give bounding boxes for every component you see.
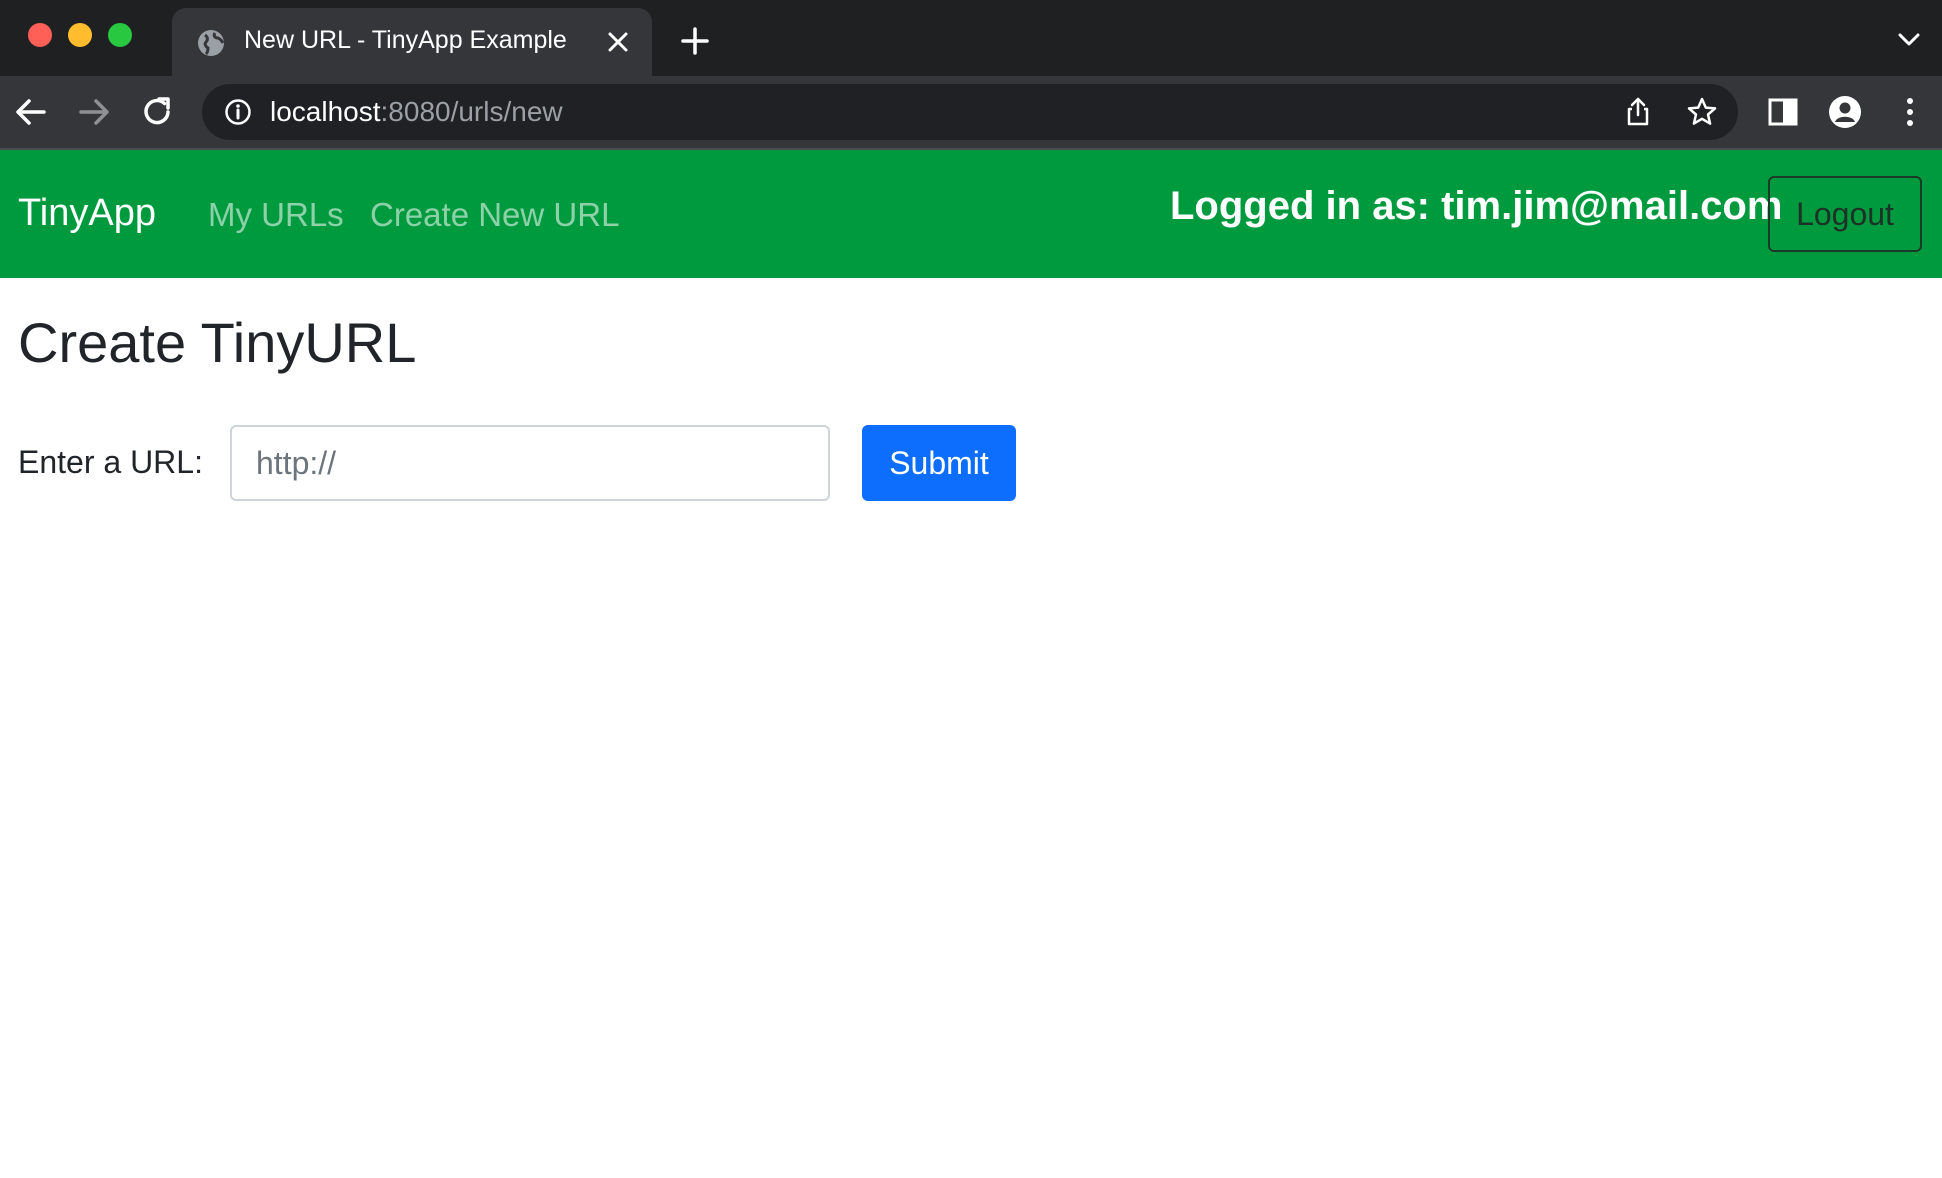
close-icon[interactable] [606,30,630,54]
star-icon[interactable] [1686,96,1718,128]
chevron-down-icon[interactable] [1896,30,1922,50]
window-minimize-button[interactable] [68,23,92,47]
nav-link-create-new-url[interactable]: Create New URL [370,196,619,234]
submit-button[interactable]: Submit [862,425,1016,501]
logged-in-status: Logged in as: tim.jim@mail.com [1170,184,1783,228]
address-bar[interactable]: localhost:8080/urls/new [202,84,1738,140]
brand-link[interactable]: TinyApp [18,192,156,235]
window-close-button[interactable] [28,23,52,47]
url-input[interactable] [230,425,830,501]
profile-icon[interactable] [1828,95,1862,129]
share-icon[interactable] [1622,96,1654,128]
url-field-label: Enter a URL: [18,444,203,480]
forward-arrow-icon[interactable] [77,95,111,129]
back-arrow-icon[interactable] [14,95,48,129]
browser-toolbar: localhost:8080/urls/new [0,76,1942,148]
nav-link-my-urls[interactable]: My URLs [208,196,344,234]
url-text: localhost:8080/urls/new [270,96,563,128]
side-panel-icon[interactable] [1766,95,1800,129]
tab-title: New URL - TinyApp Example [244,26,567,54]
logout-button[interactable]: Logout [1768,176,1922,252]
url-host: localhost [270,96,381,127]
globe-icon [198,30,225,56]
plus-icon[interactable] [680,26,710,56]
reload-icon[interactable] [141,95,175,129]
browser-tab-bar: New URL - TinyApp Example [0,0,1942,76]
navbar: TinyApp My URLs Create New URL Logged in… [0,150,1942,278]
window-maximize-button[interactable] [108,23,132,47]
browser-tab[interactable]: New URL - TinyApp Example [172,8,652,76]
more-vert-icon[interactable] [1893,95,1927,129]
url-path: :8080/urls/new [380,96,563,127]
info-icon[interactable] [224,98,252,126]
page-title: Create TinyURL [18,311,417,374]
